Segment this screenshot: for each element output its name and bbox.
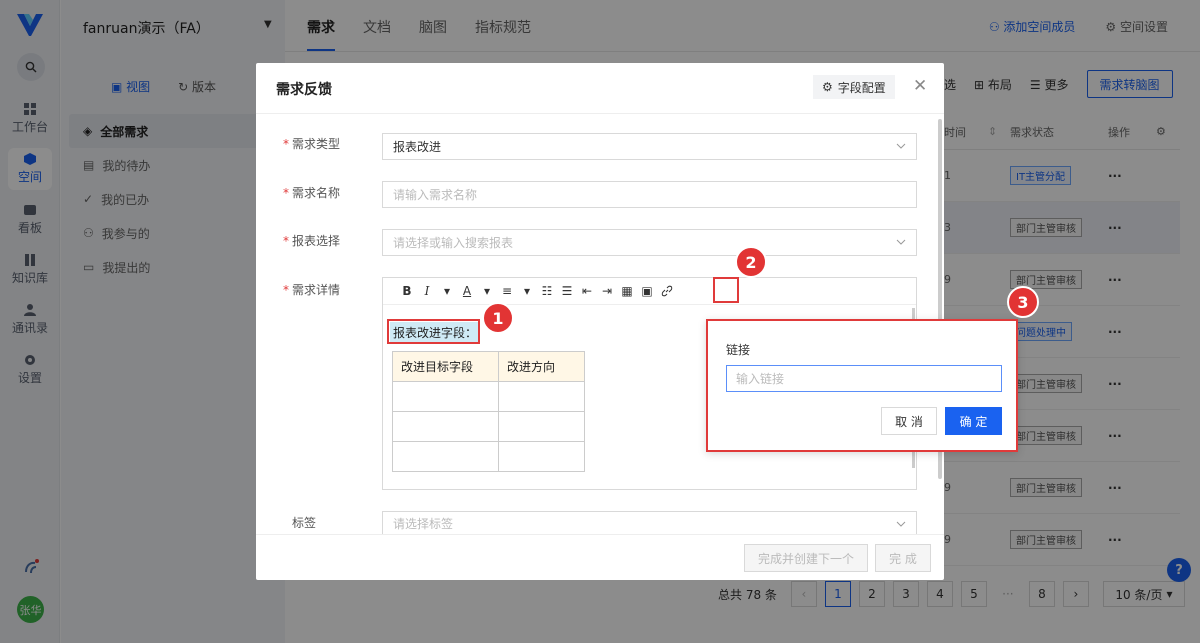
editor-table-cell[interactable] xyxy=(392,381,499,412)
name-placeholder: 请输入需求名称 xyxy=(393,188,478,202)
detail-label: * 需求详情 xyxy=(283,283,341,297)
modal-title: 需求反馈 xyxy=(276,82,332,98)
chevron-down-icon xyxy=(896,521,906,527)
create-next-button[interactable]: 完成并创建下一个 xyxy=(744,544,868,572)
italic-button[interactable]: I xyxy=(420,284,434,298)
font-color-dropdown-icon[interactable]: ▾ xyxy=(480,284,494,298)
annotation-badge-3: 3 xyxy=(1007,286,1039,318)
type-value: 报表改进 xyxy=(393,140,442,154)
editor-table[interactable]: 改进目标字段 改进方向 xyxy=(392,351,585,472)
editor-table-cell[interactable]: 改进方向 xyxy=(498,351,585,382)
indent-increase-icon[interactable]: ⇥ xyxy=(600,284,614,298)
editor-table-row xyxy=(392,381,585,412)
app-root: 工作台 空间 看板 知识库 通讯录 设置 张华 fanruan演示（FA） ▼ ▣ 视图 … xyxy=(0,0,1200,643)
table-icon[interactable]: ▦ xyxy=(620,284,634,298)
image-icon[interactable]: ▣ xyxy=(640,284,654,298)
annotation-badge-2: 2 xyxy=(735,246,767,278)
editor-table-row: 改进目标字段 改进方向 xyxy=(392,351,585,382)
chevron-down-icon xyxy=(896,239,906,245)
report-placeholder: 请选择或输入搜索报表 xyxy=(393,236,514,250)
link-icon[interactable] xyxy=(660,285,674,297)
annotation-badge-1: 1 xyxy=(482,302,514,334)
ordered-list-icon[interactable]: ☰ xyxy=(560,284,574,298)
editor-table-cell[interactable] xyxy=(392,411,499,442)
editor-table-cell[interactable] xyxy=(498,411,585,442)
annotation-box-2 xyxy=(713,277,739,303)
type-select[interactable]: 报表改进 xyxy=(382,133,917,160)
editor-table-cell[interactable] xyxy=(498,441,585,472)
modal-divider xyxy=(256,113,944,114)
editor-table-cell[interactable] xyxy=(392,441,499,472)
link-input[interactable]: 输入链接 xyxy=(726,365,1002,392)
bold-button[interactable]: B xyxy=(400,284,414,298)
editor-table-cell[interactable]: 改进目标字段 xyxy=(392,351,499,382)
report-label: * 报表选择 xyxy=(283,234,341,248)
tag-select[interactable]: 请选择标签 xyxy=(382,511,917,535)
editor-table-row xyxy=(392,411,585,442)
link-popup: 链接 输入链接 取 消 确 定 xyxy=(706,319,1018,452)
editor-table-row xyxy=(392,441,585,472)
close-icon[interactable]: ✕ xyxy=(913,76,927,96)
tag-placeholder: 请选择标签 xyxy=(393,516,454,531)
gear-icon: ⚙ xyxy=(822,80,833,94)
font-color-button[interactable]: A xyxy=(460,284,474,298)
chevron-down-icon xyxy=(896,143,906,149)
link-label: 链接 xyxy=(726,343,751,357)
modal-footer: 完成并创建下一个 完 成 xyxy=(256,534,944,580)
done-button[interactable]: 完 成 xyxy=(875,544,931,572)
align-dropdown-icon[interactable]: ▾ xyxy=(520,284,534,298)
align-button[interactable]: ≡ xyxy=(500,284,514,298)
annotation-box-1 xyxy=(387,319,480,344)
indent-decrease-icon[interactable]: ⇤ xyxy=(580,284,594,298)
type-label: * 需求类型 xyxy=(283,137,341,151)
link-cancel-button[interactable]: 取 消 xyxy=(881,407,937,435)
link-ok-button[interactable]: 确 定 xyxy=(945,407,1002,435)
field-config-label: 字段配置 xyxy=(837,80,886,95)
field-config-button[interactable]: ⚙ 字段配置 xyxy=(813,75,895,99)
name-label: * 需求名称 xyxy=(283,186,341,200)
name-input[interactable]: 请输入需求名称 xyxy=(382,181,917,208)
link-placeholder: 输入链接 xyxy=(736,372,785,386)
bullet-list-icon[interactable]: ☷ xyxy=(540,284,554,298)
report-select[interactable]: 请选择或输入搜索报表 xyxy=(382,229,917,256)
editor-table-cell[interactable] xyxy=(498,381,585,412)
tag-label: 标签 xyxy=(292,516,317,530)
editor-toolbar: B I ▾ A ▾ ≡ ▾ ☷ ☰ ⇤ ⇥ ▦ ▣ xyxy=(383,278,916,305)
italic-dropdown-icon[interactable]: ▾ xyxy=(440,284,454,298)
